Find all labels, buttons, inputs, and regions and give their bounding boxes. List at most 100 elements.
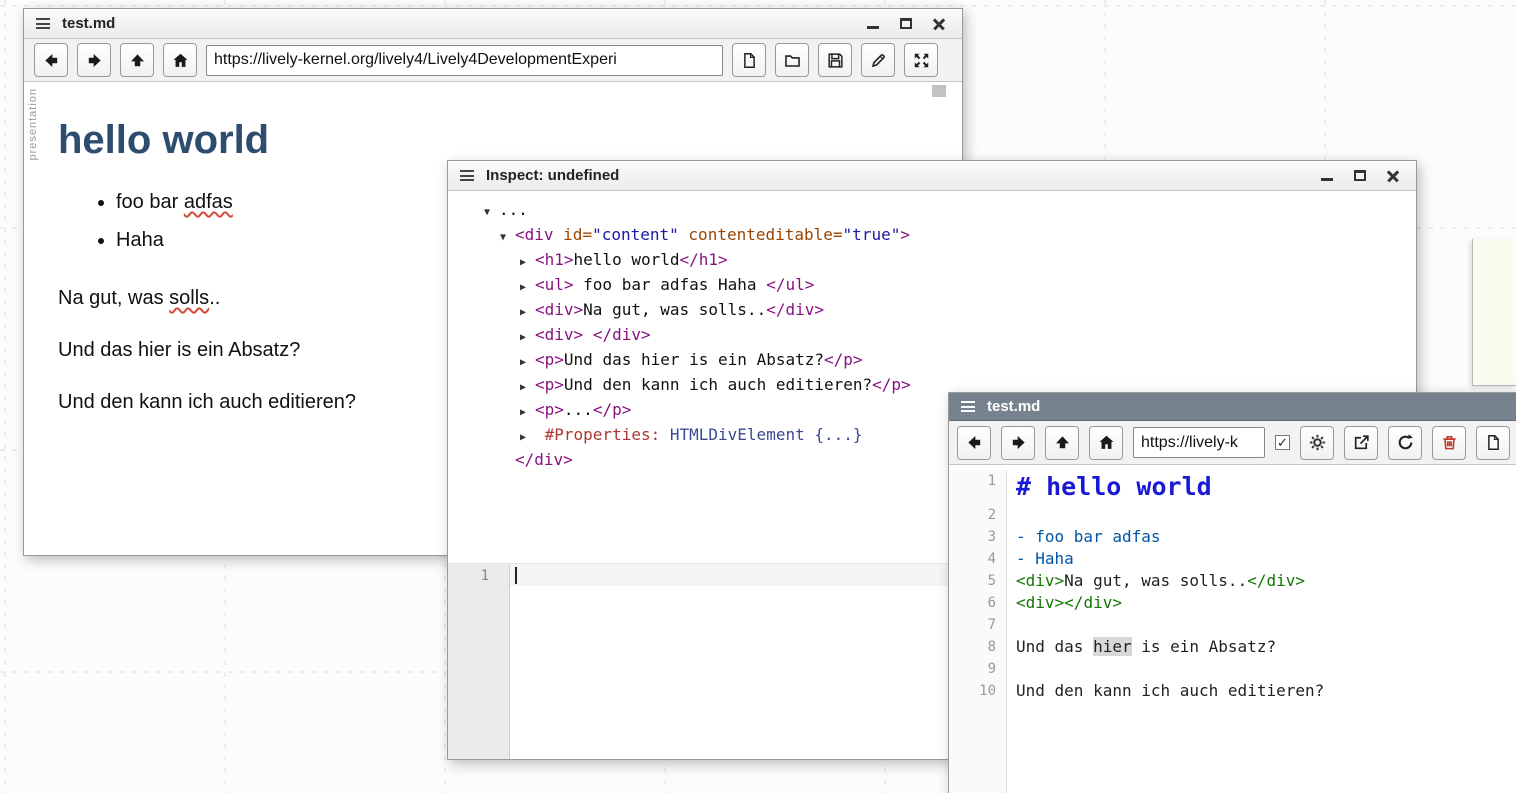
back-button[interactable] (957, 426, 991, 460)
up-icon (128, 51, 147, 70)
tree-collapsed-arrow-icon[interactable]: ▶ (520, 277, 535, 299)
line-number: 6 (949, 592, 1007, 614)
window-title: test.md (62, 15, 115, 32)
code-line[interactable]: 2 (949, 504, 1516, 526)
tree-collapsed-arrow-icon[interactable]: ▶ (520, 352, 535, 374)
new-file-icon (740, 51, 759, 70)
up-button[interactable] (1045, 426, 1079, 460)
tree-collapsed-arrow-icon[interactable]: ▶ (520, 302, 535, 324)
up-button[interactable] (120, 43, 154, 77)
dom-tree-node[interactable]: ▶<div>Na gut, was solls..</div> (448, 299, 1416, 324)
background-window-corner (1472, 239, 1516, 386)
editor-titlebar[interactable]: test.md (949, 393, 1516, 421)
code-line-text (1007, 658, 1016, 680)
code-line[interactable]: 5<div>Na gut, was solls..</div> (949, 570, 1516, 592)
code-line[interactable]: 3- foo bar adfas (949, 526, 1516, 548)
dom-tree-node[interactable]: ▶<h1>hello world</h1> (448, 249, 1416, 274)
forward-icon (85, 51, 104, 70)
window-menu-icon[interactable] (460, 170, 474, 181)
code-line[interactable]: 10Und den kann ich auch editieren? (949, 680, 1516, 702)
save-button[interactable] (818, 43, 852, 77)
home-button[interactable] (1089, 426, 1123, 460)
code-line-text: <div></div> (1007, 592, 1122, 614)
line-number: 5 (949, 570, 1007, 592)
tree-collapsed-arrow-icon[interactable]: ▶ (520, 427, 535, 449)
code-line-text (1007, 504, 1016, 526)
delete-button[interactable] (1432, 426, 1466, 460)
new-file-icon (1484, 433, 1503, 452)
dom-tree-node[interactable]: ▼... (448, 199, 1416, 224)
dom-tree-node[interactable]: ▶<p>Und das hier is ein Absatz?</p> (448, 349, 1416, 374)
code-line-text: - Haha (1007, 548, 1074, 570)
forward-button[interactable] (1001, 426, 1035, 460)
refresh-button[interactable] (1388, 426, 1422, 460)
back-icon (42, 51, 61, 70)
settings-icon (1308, 433, 1327, 452)
edit-button[interactable] (861, 43, 895, 77)
code-line-text: Und das hier is ein Absatz? (1007, 636, 1276, 658)
close-button[interactable] (930, 16, 948, 32)
dom-tree-node[interactable]: ▶<ul> foo bar adfas Haha </ul> (448, 274, 1416, 299)
markdown-browser-titlebar[interactable]: test.md (24, 9, 962, 39)
code-line-text: <div>Na gut, was solls..</div> (1007, 570, 1305, 592)
external-link-icon (1352, 433, 1371, 452)
window-menu-icon[interactable] (961, 401, 975, 412)
tree-expanded-arrow-icon[interactable]: ▼ (500, 227, 515, 249)
resize-handle[interactable] (932, 85, 946, 97)
line-number: 4 (949, 548, 1007, 570)
save-icon (826, 51, 845, 70)
line-number: 10 (949, 680, 1007, 702)
presentation-sidebar-label: presentation (27, 88, 39, 161)
folder-button[interactable] (775, 43, 809, 77)
toolbar-checkbox[interactable]: ✓ (1275, 435, 1290, 450)
maximize-button[interactable] (897, 16, 915, 32)
external-link-button[interactable] (1344, 426, 1378, 460)
url-input[interactable] (1133, 427, 1265, 458)
inspector-titlebar[interactable]: Inspect: undefined (448, 161, 1416, 191)
code-line[interactable]: 6<div></div> (949, 592, 1516, 614)
home-button[interactable] (163, 43, 197, 77)
fullscreen-button[interactable] (904, 43, 938, 77)
code-line-text (1007, 614, 1016, 636)
line-number: 1 (949, 470, 1007, 504)
markdown-heading: hello world (58, 118, 932, 163)
code-line[interactable]: 8Und das hier is ein Absatz? (949, 636, 1516, 658)
new-file-button[interactable] (732, 43, 766, 77)
settings-button[interactable] (1300, 426, 1334, 460)
delete-icon (1440, 433, 1459, 452)
tree-collapsed-arrow-icon[interactable]: ▶ (520, 252, 535, 274)
tree-collapsed-arrow-icon[interactable]: ▶ (520, 402, 535, 424)
refresh-icon (1396, 433, 1415, 452)
new-file-button[interactable] (1476, 426, 1510, 460)
home-icon (171, 51, 190, 70)
forward-button[interactable] (77, 43, 111, 77)
line-number: 2 (949, 504, 1007, 526)
code-line[interactable]: 7 (949, 614, 1516, 636)
code-line[interactable]: 1# hello world (949, 465, 1516, 504)
tree-expanded-arrow-icon[interactable]: ▼ (484, 202, 499, 224)
code-editor[interactable]: 1# hello world23- foo bar adfas4- Haha5<… (949, 465, 1516, 793)
back-button[interactable] (34, 43, 68, 77)
maximize-button[interactable] (1351, 168, 1369, 184)
window-controls (864, 16, 950, 32)
fullscreen-icon (912, 51, 931, 70)
tree-collapsed-arrow-icon[interactable]: ▶ (520, 377, 535, 399)
minimize-button[interactable] (1318, 168, 1336, 184)
line-number: 3 (949, 526, 1007, 548)
tree-collapsed-arrow-icon[interactable]: ▶ (520, 327, 535, 349)
up-icon (1053, 433, 1072, 452)
window-menu-icon[interactable] (36, 18, 50, 29)
url-input[interactable] (206, 45, 723, 76)
code-line-text: # hello world (1007, 470, 1212, 504)
dom-tree-node[interactable]: ▶<div> </div> (448, 324, 1416, 349)
line-number: 9 (949, 658, 1007, 680)
dom-tree-node[interactable]: ▼<div id="content" contenteditable="true… (448, 224, 1416, 249)
window-title: Inspect: undefined (486, 167, 619, 184)
code-line[interactable]: 4- Haha (949, 548, 1516, 570)
browser-toolbar (24, 39, 962, 82)
folder-icon (783, 51, 802, 70)
minimize-button[interactable] (864, 16, 882, 32)
code-line[interactable]: 9 (949, 658, 1516, 680)
window-title: test.md (987, 398, 1040, 415)
close-button[interactable] (1384, 168, 1402, 184)
